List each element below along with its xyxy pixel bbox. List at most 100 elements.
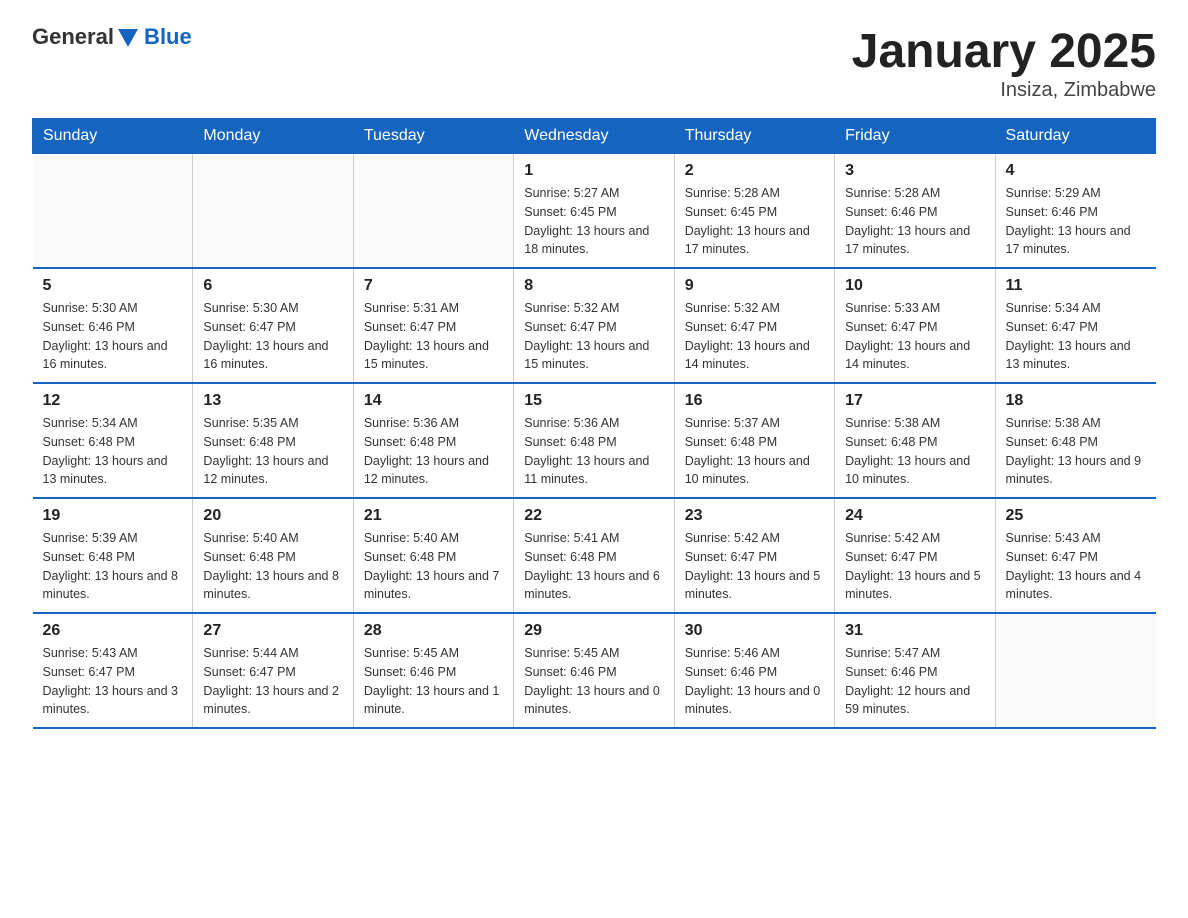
day-info: Sunrise: 5:42 AM Sunset: 6:47 PM Dayligh…	[685, 529, 824, 604]
day-info: Sunrise: 5:45 AM Sunset: 6:46 PM Dayligh…	[364, 644, 503, 719]
calendar-cell: 20 Sunrise: 5:40 AM Sunset: 6:48 PM Dayli…	[193, 498, 353, 613]
day-info: Sunrise: 5:29 AM Sunset: 6:46 PM Dayligh…	[1006, 184, 1146, 259]
logo: General Blue	[32, 24, 192, 50]
day-number: 1	[524, 162, 663, 180]
day-number: 23	[685, 507, 824, 525]
day-number: 26	[43, 622, 183, 640]
day-number: 20	[203, 507, 342, 525]
calendar-cell: 14 Sunrise: 5:36 AM Sunset: 6:48 PM Dayli…	[353, 383, 513, 498]
calendar-cell	[193, 154, 353, 269]
day-number: 9	[685, 277, 824, 295]
day-info: Sunrise: 5:47 AM Sunset: 6:46 PM Dayligh…	[845, 644, 984, 719]
day-number: 18	[1006, 392, 1146, 410]
calendar-cell: 28 Sunrise: 5:45 AM Sunset: 6:46 PM Dayli…	[353, 613, 513, 728]
calendar-cell: 12 Sunrise: 5:34 AM Sunset: 6:48 PM Dayli…	[33, 383, 193, 498]
calendar-cell: 26 Sunrise: 5:43 AM Sunset: 6:47 PM Dayli…	[33, 613, 193, 728]
day-info: Sunrise: 5:33 AM Sunset: 6:47 PM Dayligh…	[845, 299, 984, 374]
day-number: 22	[524, 507, 663, 525]
calendar-cell: 3 Sunrise: 5:28 AM Sunset: 6:46 PM Daylig…	[835, 154, 995, 269]
calendar-cell: 27 Sunrise: 5:44 AM Sunset: 6:47 PM Dayli…	[193, 613, 353, 728]
day-number: 4	[1006, 162, 1146, 180]
calendar-cell: 25Sunrise: 5:43 AM Sunset: 6:47 PM Dayli…	[995, 498, 1155, 613]
calendar-table: SundayMondayTuesdayWednesdayThursdayFrid…	[32, 118, 1156, 729]
day-info: Sunrise: 5:43 AM Sunset: 6:47 PM Dayligh…	[43, 644, 183, 719]
day-number: 3	[845, 162, 984, 180]
day-number: 11	[1006, 277, 1146, 295]
calendar-cell: 8 Sunrise: 5:32 AM Sunset: 6:47 PM Daylig…	[514, 268, 674, 383]
day-number: 29	[524, 622, 663, 640]
day-number: 2	[685, 162, 824, 180]
day-number: 8	[524, 277, 663, 295]
day-info: Sunrise: 5:28 AM Sunset: 6:46 PM Dayligh…	[845, 184, 984, 259]
calendar-cell: 10 Sunrise: 5:33 AM Sunset: 6:47 PM Dayli…	[835, 268, 995, 383]
calendar-cell: 21Sunrise: 5:40 AM Sunset: 6:48 PM Dayli…	[353, 498, 513, 613]
day-info: Sunrise: 5:32 AM Sunset: 6:47 PM Dayligh…	[685, 299, 824, 374]
column-header-sunday: Sunday	[33, 119, 193, 154]
day-number: 10	[845, 277, 984, 295]
calendar-cell	[353, 154, 513, 269]
calendar-week-row: 1Sunrise: 5:27 AM Sunset: 6:45 PM Daylig…	[33, 154, 1156, 269]
calendar-week-row: 5Sunrise: 5:30 AM Sunset: 6:46 PM Daylig…	[33, 268, 1156, 383]
day-info: Sunrise: 5:34 AM Sunset: 6:48 PM Dayligh…	[43, 414, 183, 489]
day-number: 12	[43, 392, 183, 410]
day-info: Sunrise: 5:44 AM Sunset: 6:47 PM Dayligh…	[203, 644, 342, 719]
page-header: General Blue January 2025 Insiza, Zimbab…	[32, 24, 1156, 102]
calendar-cell: 1Sunrise: 5:27 AM Sunset: 6:45 PM Daylig…	[514, 154, 674, 269]
calendar-cell: 6Sunrise: 5:30 AM Sunset: 6:47 PM Daylig…	[193, 268, 353, 383]
calendar-cell: 2 Sunrise: 5:28 AM Sunset: 6:45 PM Daylig…	[674, 154, 834, 269]
calendar-cell: 19 Sunrise: 5:39 AM Sunset: 6:48 PM Dayli…	[33, 498, 193, 613]
day-info: Sunrise: 5:36 AM Sunset: 6:48 PM Dayligh…	[364, 414, 503, 489]
calendar-subtitle: Insiza, Zimbabwe	[852, 79, 1156, 102]
column-header-thursday: Thursday	[674, 119, 834, 154]
day-number: 30	[685, 622, 824, 640]
column-header-wednesday: Wednesday	[514, 119, 674, 154]
calendar-cell: 24 Sunrise: 5:42 AM Sunset: 6:47 PM Dayli…	[835, 498, 995, 613]
day-number: 19	[43, 507, 183, 525]
day-info: Sunrise: 5:38 AM Sunset: 6:48 PM Dayligh…	[1006, 414, 1146, 489]
column-header-saturday: Saturday	[995, 119, 1155, 154]
calendar-cell: 29 Sunrise: 5:45 AM Sunset: 6:46 PM Dayli…	[514, 613, 674, 728]
day-info: Sunrise: 5:43 AM Sunset: 6:47 PM Dayligh…	[1006, 529, 1146, 604]
calendar-week-row: 19 Sunrise: 5:39 AM Sunset: 6:48 PM Dayli…	[33, 498, 1156, 613]
day-info: Sunrise: 5:39 AM Sunset: 6:48 PM Dayligh…	[43, 529, 183, 604]
calendar-cell	[995, 613, 1155, 728]
day-info: Sunrise: 5:32 AM Sunset: 6:47 PM Dayligh…	[524, 299, 663, 374]
day-info: Sunrise: 5:41 AM Sunset: 6:48 PM Dayligh…	[524, 529, 663, 604]
day-number: 14	[364, 392, 503, 410]
calendar-week-row: 12 Sunrise: 5:34 AM Sunset: 6:48 PM Dayli…	[33, 383, 1156, 498]
calendar-cell: 11Sunrise: 5:34 AM Sunset: 6:47 PM Dayli…	[995, 268, 1155, 383]
calendar-cell: 4 Sunrise: 5:29 AM Sunset: 6:46 PM Daylig…	[995, 154, 1155, 269]
calendar-cell: 17 Sunrise: 5:38 AM Sunset: 6:48 PM Dayli…	[835, 383, 995, 498]
day-info: Sunrise: 5:45 AM Sunset: 6:46 PM Dayligh…	[524, 644, 663, 719]
calendar-cell: 30Sunrise: 5:46 AM Sunset: 6:46 PM Dayli…	[674, 613, 834, 728]
logo-triangle-icon	[118, 29, 138, 47]
calendar-cell: 5Sunrise: 5:30 AM Sunset: 6:46 PM Daylig…	[33, 268, 193, 383]
column-header-monday: Monday	[193, 119, 353, 154]
day-number: 5	[43, 277, 183, 295]
day-number: 27	[203, 622, 342, 640]
day-number: 16	[685, 392, 824, 410]
day-info: Sunrise: 5:42 AM Sunset: 6:47 PM Dayligh…	[845, 529, 984, 604]
day-number: 7	[364, 277, 503, 295]
day-number: 15	[524, 392, 663, 410]
calendar-cell: 18 Sunrise: 5:38 AM Sunset: 6:48 PM Dayli…	[995, 383, 1155, 498]
day-info: Sunrise: 5:40 AM Sunset: 6:48 PM Dayligh…	[203, 529, 342, 604]
day-number: 28	[364, 622, 503, 640]
day-number: 17	[845, 392, 984, 410]
day-number: 24	[845, 507, 984, 525]
day-number: 6	[203, 277, 342, 295]
logo-general-text: General	[32, 24, 114, 50]
day-info: Sunrise: 5:36 AM Sunset: 6:48 PM Dayligh…	[524, 414, 663, 489]
title-block: January 2025 Insiza, Zimbabwe	[852, 24, 1156, 102]
day-number: 13	[203, 392, 342, 410]
column-header-friday: Friday	[835, 119, 995, 154]
day-info: Sunrise: 5:28 AM Sunset: 6:45 PM Dayligh…	[685, 184, 824, 259]
day-info: Sunrise: 5:31 AM Sunset: 6:47 PM Dayligh…	[364, 299, 503, 374]
calendar-cell: 15 Sunrise: 5:36 AM Sunset: 6:48 PM Dayli…	[514, 383, 674, 498]
calendar-cell: 22 Sunrise: 5:41 AM Sunset: 6:48 PM Dayli…	[514, 498, 674, 613]
calendar-header-row: SundayMondayTuesdayWednesdayThursdayFrid…	[33, 119, 1156, 154]
day-number: 31	[845, 622, 984, 640]
day-info: Sunrise: 5:38 AM Sunset: 6:48 PM Dayligh…	[845, 414, 984, 489]
calendar-title: January 2025	[852, 24, 1156, 79]
calendar-week-row: 26 Sunrise: 5:43 AM Sunset: 6:47 PM Dayli…	[33, 613, 1156, 728]
